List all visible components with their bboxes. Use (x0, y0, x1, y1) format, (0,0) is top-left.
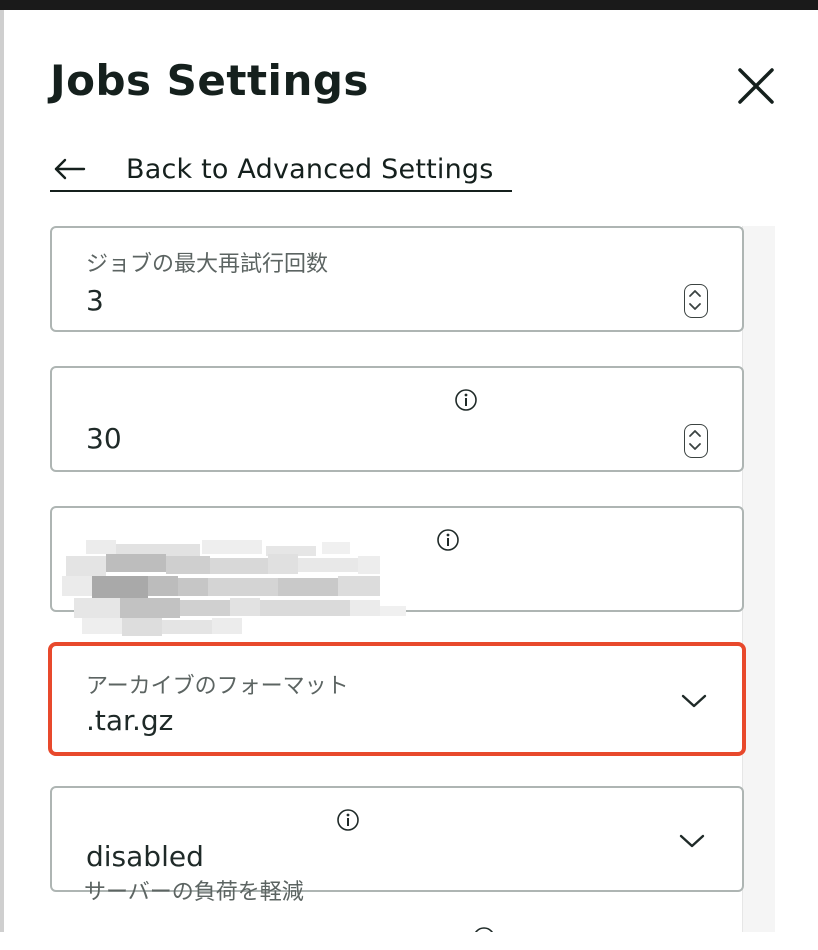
field-helper-text: サーバーの負荷を軽減 (84, 880, 304, 905)
number-stepper[interactable] (684, 284, 708, 318)
dialog-title: Jobs Settings (50, 56, 369, 105)
close-button[interactable] (734, 64, 778, 108)
back-to-advanced-settings-link[interactable]: Back to Advanced Settings (50, 148, 512, 192)
close-icon (738, 68, 774, 104)
stepper-icon (689, 430, 702, 451)
info-icon[interactable] (454, 388, 478, 412)
field-label: ジョブの最大再試行回数 (86, 252, 329, 277)
field-value[interactable]: 30 (86, 422, 122, 455)
scrollbar-track[interactable] (742, 226, 775, 932)
chevron-down-icon[interactable] (678, 832, 706, 850)
field-value[interactable]: 3 (86, 284, 104, 317)
stepper-icon (689, 290, 702, 311)
numeric-setting-field[interactable]: 30 (50, 366, 744, 472)
window-top-bar (0, 0, 818, 10)
max-retries-field[interactable]: ジョブの最大再試行回数 3 (50, 226, 744, 332)
info-icon[interactable] (472, 926, 496, 932)
number-stepper[interactable] (684, 424, 708, 458)
chevron-down-icon[interactable] (680, 692, 708, 710)
archive-format-select[interactable]: アーカイブのフォーマット .tar.gz (48, 642, 746, 756)
settings-list[interactable]: ジョブの最大再試行回数 3 30 アーカイブのフォーマット .tar.gz di… (0, 210, 818, 932)
field-label: アーカイブのフォーマット (86, 674, 349, 699)
info-icon[interactable] (436, 528, 460, 552)
back-link-label: Back to Advanced Settings (126, 153, 494, 185)
info-icon[interactable] (336, 808, 360, 832)
field-value[interactable]: .tar.gz (86, 704, 173, 737)
field-value[interactable]: disabled (86, 840, 204, 873)
redacted-pixelation (62, 540, 406, 636)
back-arrow-icon (54, 158, 86, 180)
